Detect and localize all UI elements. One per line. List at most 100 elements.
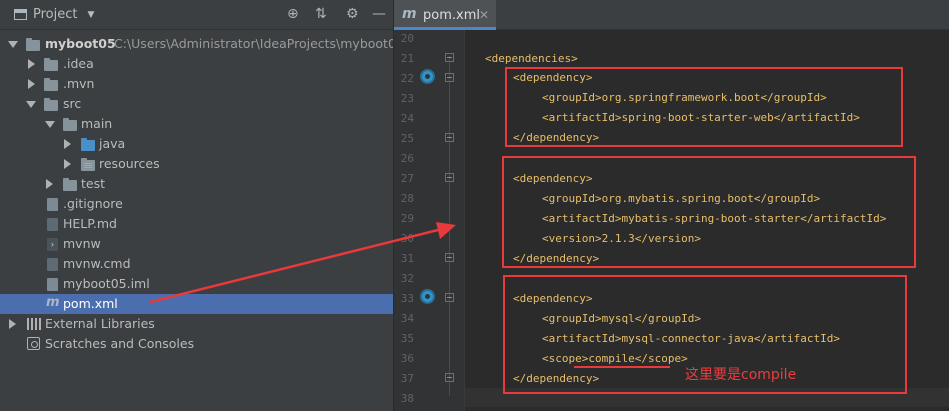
project-panel: Project ▼ ⊕ ⇅ ⚙ — myboot05 C:\Users\Admi… (0, 0, 404, 411)
tree-item-java[interactable]: java (0, 134, 393, 154)
chevron-right-icon[interactable] (9, 319, 16, 329)
markdown-file-icon (47, 218, 58, 231)
code-editor[interactable]: m pom.xml ✕ 20 21 22 23 24 25 26 27 28 2… (394, 0, 949, 411)
gutter-separator (464, 30, 465, 411)
line-number: 30 (400, 232, 414, 245)
chevron-down-icon[interactable] (45, 121, 55, 128)
chevron-down-icon[interactable] (26, 101, 36, 108)
line-number: 37 (400, 372, 414, 385)
line-number: 21 (400, 52, 414, 65)
source-folder-icon (81, 138, 95, 151)
fold-marker-icon[interactable] (445, 173, 454, 182)
folder-icon (26, 38, 40, 51)
line-number: 27 (400, 172, 414, 185)
tree-item-iml[interactable]: myboot05.iml (0, 274, 393, 294)
line-number: 34 (400, 312, 414, 325)
collapse-icon[interactable]: ⇅ (315, 6, 327, 22)
tree-item-label: resources (99, 156, 160, 171)
tree-item-main[interactable]: main (0, 114, 393, 134)
line-number: 36 (400, 352, 414, 365)
tree-item-myboot05[interactable]: myboot05 C:\Users\Administrator\IdeaProj… (0, 34, 404, 54)
indent-guide (449, 56, 450, 396)
line-number: 38 (400, 392, 414, 405)
folder-icon (44, 98, 58, 111)
tree-item-label: Scratches and Consoles (45, 336, 195, 351)
fold-marker-icon[interactable] (445, 53, 454, 62)
file-icon (47, 278, 58, 291)
tree-item-idea[interactable]: .idea (0, 54, 393, 74)
chevron-right-icon[interactable] (46, 179, 53, 189)
fold-marker-icon[interactable] (445, 253, 454, 262)
fold-marker-icon[interactable] (445, 293, 454, 302)
highlight-box (502, 156, 916, 268)
tree-item-label: myboot05 (45, 36, 116, 51)
project-panel-title: Project (33, 7, 78, 22)
tree-item-resources[interactable]: resources (0, 154, 393, 174)
project-panel-header: Project ▼ ⊕ ⇅ ⚙ — (0, 0, 393, 30)
tree-item-label: .gitignore (63, 196, 123, 211)
project-icon (14, 9, 27, 20)
library-icon (27, 318, 41, 330)
tree-item-label: myboot05.iml (63, 276, 150, 291)
chevron-down-icon[interactable] (8, 41, 18, 48)
tree-item-pom-xml[interactable]: m pom.xml (0, 294, 393, 314)
tree-item-external-libraries[interactable]: External Libraries (0, 314, 393, 334)
tree-item-label: HELP.md (63, 216, 117, 231)
line-number: 26 (400, 152, 414, 165)
tab-pom-xml[interactable]: m pom.xml ✕ (394, 0, 496, 30)
file-icon (47, 258, 58, 271)
tree-item-test[interactable]: test (0, 174, 393, 194)
tree-item-mvnw[interactable]: › mvnw (0, 234, 393, 254)
fold-marker-icon[interactable] (445, 73, 454, 82)
tree-item-label: .mvn (63, 76, 95, 91)
chevron-right-icon[interactable] (64, 139, 71, 149)
project-path: C:\Users\Administrator\IdeaProjects\mybo… (114, 36, 404, 51)
scratch-icon (27, 337, 40, 350)
folder-icon (44, 78, 58, 91)
chevron-right-icon[interactable] (64, 159, 71, 169)
line-gutter: 20 21 22 23 24 25 26 27 28 29 30 31 32 3… (394, 30, 464, 411)
line-number: 22 (400, 72, 414, 85)
tree-item-mvnw-cmd[interactable]: mvnw.cmd (0, 254, 393, 274)
tree-item-src[interactable]: src (0, 94, 393, 114)
folder-icon (63, 118, 77, 131)
chevron-down-icon[interactable]: ▼ (87, 10, 94, 20)
tree-item-label: test (81, 176, 106, 191)
chevron-right-icon[interactable] (28, 79, 35, 89)
line-number: 28 (400, 192, 414, 205)
tree-item-scratches[interactable]: Scratches and Consoles (0, 334, 393, 354)
annotation-text: 这里要是compile (685, 367, 797, 383)
fold-marker-icon[interactable] (445, 373, 454, 382)
code-line: <dependencies> (485, 52, 578, 65)
maven-gutter-icon[interactable] (420, 289, 435, 304)
maven-m-icon: m (46, 295, 60, 310)
tree-item-help-md[interactable]: HELP.md (0, 214, 393, 234)
close-icon[interactable]: ✕ (479, 8, 489, 22)
tree-item-gitignore[interactable]: .gitignore (0, 194, 393, 214)
crosshair-icon[interactable]: ⊕ (287, 6, 299, 22)
tree-item-label: java (99, 136, 126, 151)
gear-icon[interactable]: ⚙ (346, 6, 359, 22)
fold-marker-icon[interactable] (445, 133, 454, 142)
tree-item-label: pom.xml (63, 296, 118, 311)
resources-folder-icon (81, 158, 95, 171)
line-number: 33 (400, 292, 414, 305)
minimize-icon[interactable]: — (372, 6, 386, 22)
tab-label: pom.xml (423, 8, 480, 23)
terminal-file-icon: › (47, 238, 58, 251)
folder-icon (44, 58, 58, 71)
chevron-right-icon[interactable] (28, 59, 35, 69)
line-number: 20 (400, 32, 414, 45)
line-number: 29 (400, 212, 414, 225)
folder-icon (63, 178, 77, 191)
tree-item-label: External Libraries (45, 316, 155, 331)
tree-item-mvn[interactable]: .mvn (0, 74, 393, 94)
highlight-box (505, 67, 903, 147)
project-view-selector[interactable]: Project ▼ (14, 7, 94, 22)
maven-gutter-icon[interactable] (420, 69, 435, 84)
tree-item-label: src (63, 96, 82, 111)
file-icon (47, 198, 58, 211)
tree-item-label: mvnw (63, 236, 101, 251)
scope-underline (574, 366, 670, 368)
editor-tab-bar: m pom.xml ✕ (394, 0, 949, 30)
